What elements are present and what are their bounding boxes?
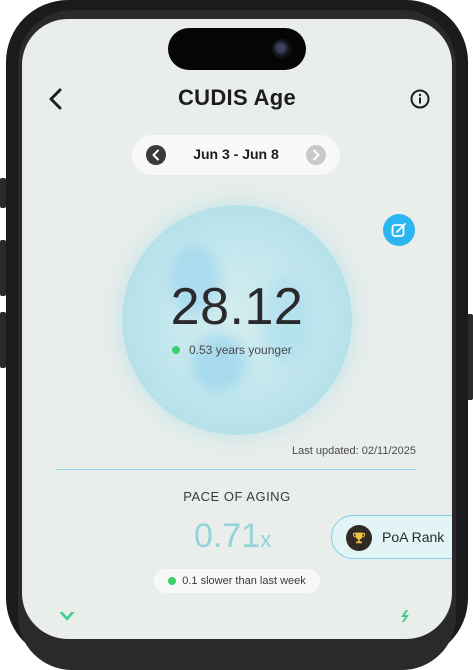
date-range-selector: Jun 3 - Jun 8 [132, 135, 340, 175]
pace-comparison: 0.1 slower than last week [154, 569, 320, 593]
edit-button[interactable] [383, 214, 415, 246]
partial-icon [60, 612, 74, 621]
chevron-right-icon [313, 149, 320, 161]
age-delta-text: 0.53 years younger [189, 343, 292, 357]
pace-number: 0.71 [194, 517, 261, 555]
edit-icon [391, 223, 406, 237]
cudis-age-value: 28.12 [170, 278, 304, 336]
pace-unit: x [260, 527, 272, 552]
header: CUDIS Age [22, 81, 452, 117]
age-delta: 0.53 years younger [172, 342, 292, 358]
trophy-icon [346, 525, 372, 551]
page-title: CUDIS Age [177, 85, 296, 110]
pace-of-aging-label: PACE OF AGING [183, 489, 291, 504]
last-updated: Last updated: 02/11/2025 [292, 445, 416, 457]
next-week-button[interactable] [306, 145, 326, 165]
divider [56, 469, 416, 470]
poa-rank-button[interactable]: PoA Rank [331, 515, 452, 559]
info-button[interactable] [408, 87, 432, 111]
trophy-glyph [353, 532, 365, 544]
info-circle-icon [410, 89, 430, 109]
poa-rank-label: PoA Rank [382, 529, 445, 545]
camera-icon [272, 39, 292, 59]
app-screen: CUDIS Age Jun 3 - Jun 8 28.12 0.53 years… [22, 19, 452, 639]
dynamic-island [168, 28, 306, 70]
pace-of-aging-value: 0.71x [194, 517, 271, 557]
status-dot-icon [172, 346, 180, 354]
status-dot-icon [168, 577, 177, 585]
partial-icon [401, 610, 409, 622]
pace-comparison-text: 0.1 slower than last week [182, 575, 306, 587]
phone-mockup: CUDIS Age Jun 3 - Jun 8 28.12 0.53 years… [0, 0, 473, 670]
